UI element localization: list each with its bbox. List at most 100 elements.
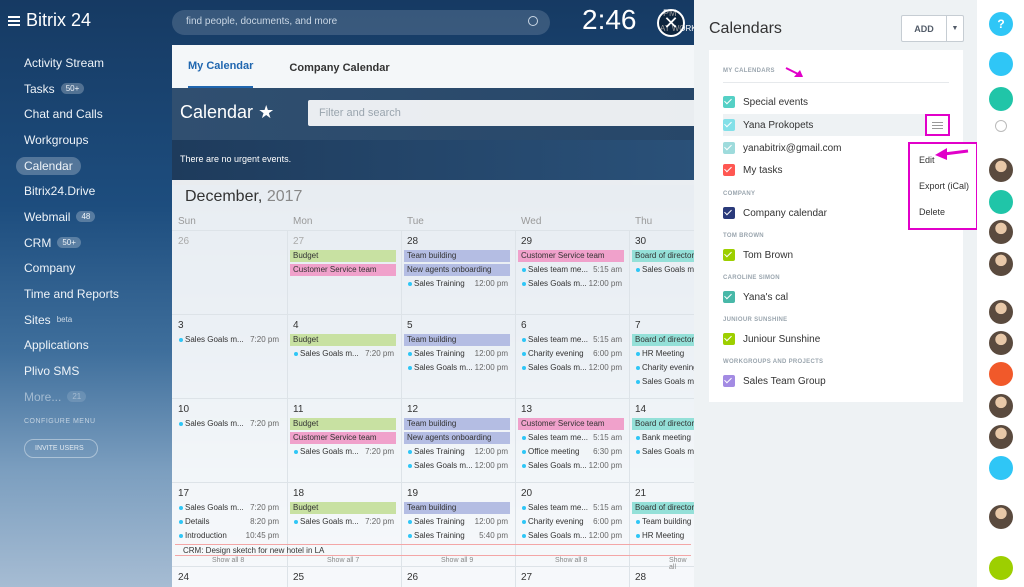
group-chat-icon[interactable] (989, 190, 1013, 214)
calendar-event[interactable]: Board of directors (632, 334, 694, 346)
global-search-input[interactable]: find people, documents, and more (172, 10, 550, 35)
show-all-link[interactable]: Show all (669, 557, 694, 571)
calendar-item-tom[interactable]: Tom Brown (723, 244, 949, 266)
avatar[interactable] (989, 300, 1013, 324)
calendar-event[interactable]: Office meeting 6:30 pm (519, 446, 626, 458)
calendar-event[interactable]: Details 8:20 pm (176, 516, 283, 528)
calendar-event[interactable]: Charity evening 6:00 pm (519, 516, 626, 528)
show-all-link[interactable]: Show all 7 (327, 557, 359, 564)
calendar-event[interactable]: Sales Goals m... 7:20 pm (291, 446, 398, 458)
calendar-event[interactable]: Board of directors (632, 418, 694, 430)
search-icon[interactable] (995, 120, 1007, 132)
avatar[interactable] (989, 220, 1013, 244)
avatar[interactable] (989, 425, 1013, 449)
calendar-event[interactable]: Sales Training 12:00 pm (405, 446, 512, 458)
crm-event[interactable]: CRM: Design sketch for new hotel in LA (175, 544, 691, 556)
star-icon[interactable]: ★ (258, 102, 274, 122)
avatar[interactable] (989, 331, 1013, 355)
calendar-event[interactable]: Team building (404, 334, 510, 346)
calendar-event[interactable]: Budget (290, 334, 396, 346)
calendar-event[interactable]: Sales team me... 5:15 am (519, 502, 626, 514)
sidebar-item[interactable]: Calendar (16, 153, 166, 179)
invite-users-button[interactable]: INVITE USERS (24, 438, 98, 458)
show-all-link[interactable]: Show all 8 (555, 557, 587, 564)
checkbox[interactable] (723, 207, 735, 219)
tab-my-calendar[interactable]: My Calendar (188, 60, 254, 88)
calendar-event[interactable]: Sales Goals m... (633, 446, 694, 458)
sidebar-item[interactable]: Tasks 50+ (16, 76, 166, 102)
calendar-event[interactable]: Team building (404, 418, 510, 430)
group-chat-icon[interactable] (989, 456, 1013, 480)
calendar-event[interactable]: Sales Goals m... 12:00 pm (519, 362, 626, 374)
checkbox[interactable] (723, 96, 735, 108)
calendar-event[interactable]: Sales team me... 5:15 am (519, 334, 626, 346)
calendar-event[interactable]: Sales Training 12:00 pm (405, 348, 512, 360)
calendar-event[interactable]: Sales Goals m... 12:00 pm (519, 530, 626, 542)
filter-input[interactable]: Filter and search (308, 100, 694, 126)
sidebar-item[interactable]: Activity Stream (16, 50, 166, 76)
calendar-event[interactable]: Charity evening (633, 362, 694, 374)
help-icon[interactable]: ? (989, 12, 1013, 36)
sidebar-item[interactable]: More... 21 (16, 384, 166, 410)
sidebar-item[interactable]: Company (16, 256, 166, 282)
checkbox[interactable] (723, 333, 735, 345)
calendar-event[interactable]: Sales Goals m... 7:20 pm (176, 502, 283, 514)
calendar-event[interactable]: Team building (404, 502, 510, 514)
calendar-event[interactable]: Introduction 10:45 pm (176, 530, 283, 542)
phone-icon[interactable] (989, 556, 1013, 580)
search-icon[interactable] (528, 16, 538, 26)
checkbox[interactable] (723, 119, 735, 131)
calendar-event[interactable]: Bank meeting (633, 432, 694, 444)
calendar-event[interactable]: Sales Goals m... 7:20 pm (291, 348, 398, 360)
sidebar-item[interactable]: Time and Reports (16, 281, 166, 307)
calendar-event[interactable]: Team building (633, 516, 694, 528)
calendar-event[interactable]: Charity evening 6:00 pm (519, 348, 626, 360)
calendar-event[interactable]: Sales Goals m... 12:00 pm (405, 362, 512, 374)
sidebar-item[interactable]: CRM 50+ (16, 230, 166, 256)
calendar-event[interactable]: Sales Training 5:40 pm (405, 530, 512, 542)
tab-company-calendar[interactable]: Company Calendar (289, 62, 389, 88)
calendar-event[interactable]: Budget (290, 418, 396, 430)
calendar-item-yana[interactable]: Yana Prokopets (723, 114, 949, 136)
calendar-event[interactable]: Customer Service team (518, 250, 624, 262)
chat-icon[interactable] (989, 87, 1013, 111)
menu-item-delete[interactable]: Delete (910, 199, 976, 225)
calendar-event[interactable]: Sales Training 12:00 pm (405, 278, 512, 290)
calendar-event[interactable]: Sales team me... 5:15 am (519, 432, 626, 444)
calendar-event[interactable]: Sales Goals m... (633, 264, 694, 276)
calendar-menu-icon[interactable] (925, 114, 950, 136)
checkbox[interactable] (723, 375, 735, 387)
calendar-event[interactable]: HR Meeting (633, 348, 694, 360)
checkbox[interactable] (723, 249, 735, 261)
calendar-item-special[interactable]: Special events (723, 91, 949, 113)
avatar[interactable] (989, 252, 1013, 276)
sidebar-item[interactable]: Chat and Calls (16, 101, 166, 127)
calendar-item-yanas-cal[interactable]: Yana's cal (723, 286, 949, 308)
calendar-event[interactable]: HR Meeting (633, 530, 694, 542)
checkbox[interactable] (723, 142, 735, 154)
calendar-item-sales-group[interactable]: Sales Team Group (723, 370, 949, 392)
menu-icon[interactable] (8, 15, 20, 26)
calendar-event[interactable]: Budget (290, 502, 396, 514)
sidebar-item[interactable]: Plivo SMS (16, 358, 166, 384)
calendar-event[interactable]: Sales Training 12:00 pm (405, 516, 512, 528)
calendar-event[interactable]: Board of directors (632, 502, 694, 514)
sidebar-item[interactable]: Bitrix24.Drive (16, 178, 166, 204)
calendar-event[interactable]: Board of directors (632, 250, 694, 262)
sidebar-item[interactable]: Sites beta (16, 307, 166, 333)
calendar-event[interactable]: Sales Goals m... 7:20 pm (176, 334, 283, 346)
checkbox[interactable] (723, 291, 735, 303)
calendar-event[interactable]: Sales Goals m... 7:20 pm (176, 418, 283, 430)
bell-icon[interactable] (989, 52, 1013, 76)
calendar-event[interactable]: Customer Service team (290, 432, 396, 444)
calendar-event[interactable]: Budget (290, 250, 396, 262)
show-all-link[interactable]: Show all 8 (212, 557, 244, 564)
close-slider-button[interactable]: ✕ (657, 9, 685, 37)
chevron-down-icon[interactable]: ▼ (946, 16, 963, 41)
avatar[interactable] (989, 505, 1013, 529)
avatar[interactable] (989, 394, 1013, 418)
avatar[interactable] (989, 158, 1013, 182)
calendar-event[interactable]: Sales team me... 5:15 am (519, 264, 626, 276)
sidebar-item[interactable]: Webmail 48 (16, 204, 166, 230)
calendar-event[interactable]: Sales Goals m... 12:00 pm (519, 278, 626, 290)
